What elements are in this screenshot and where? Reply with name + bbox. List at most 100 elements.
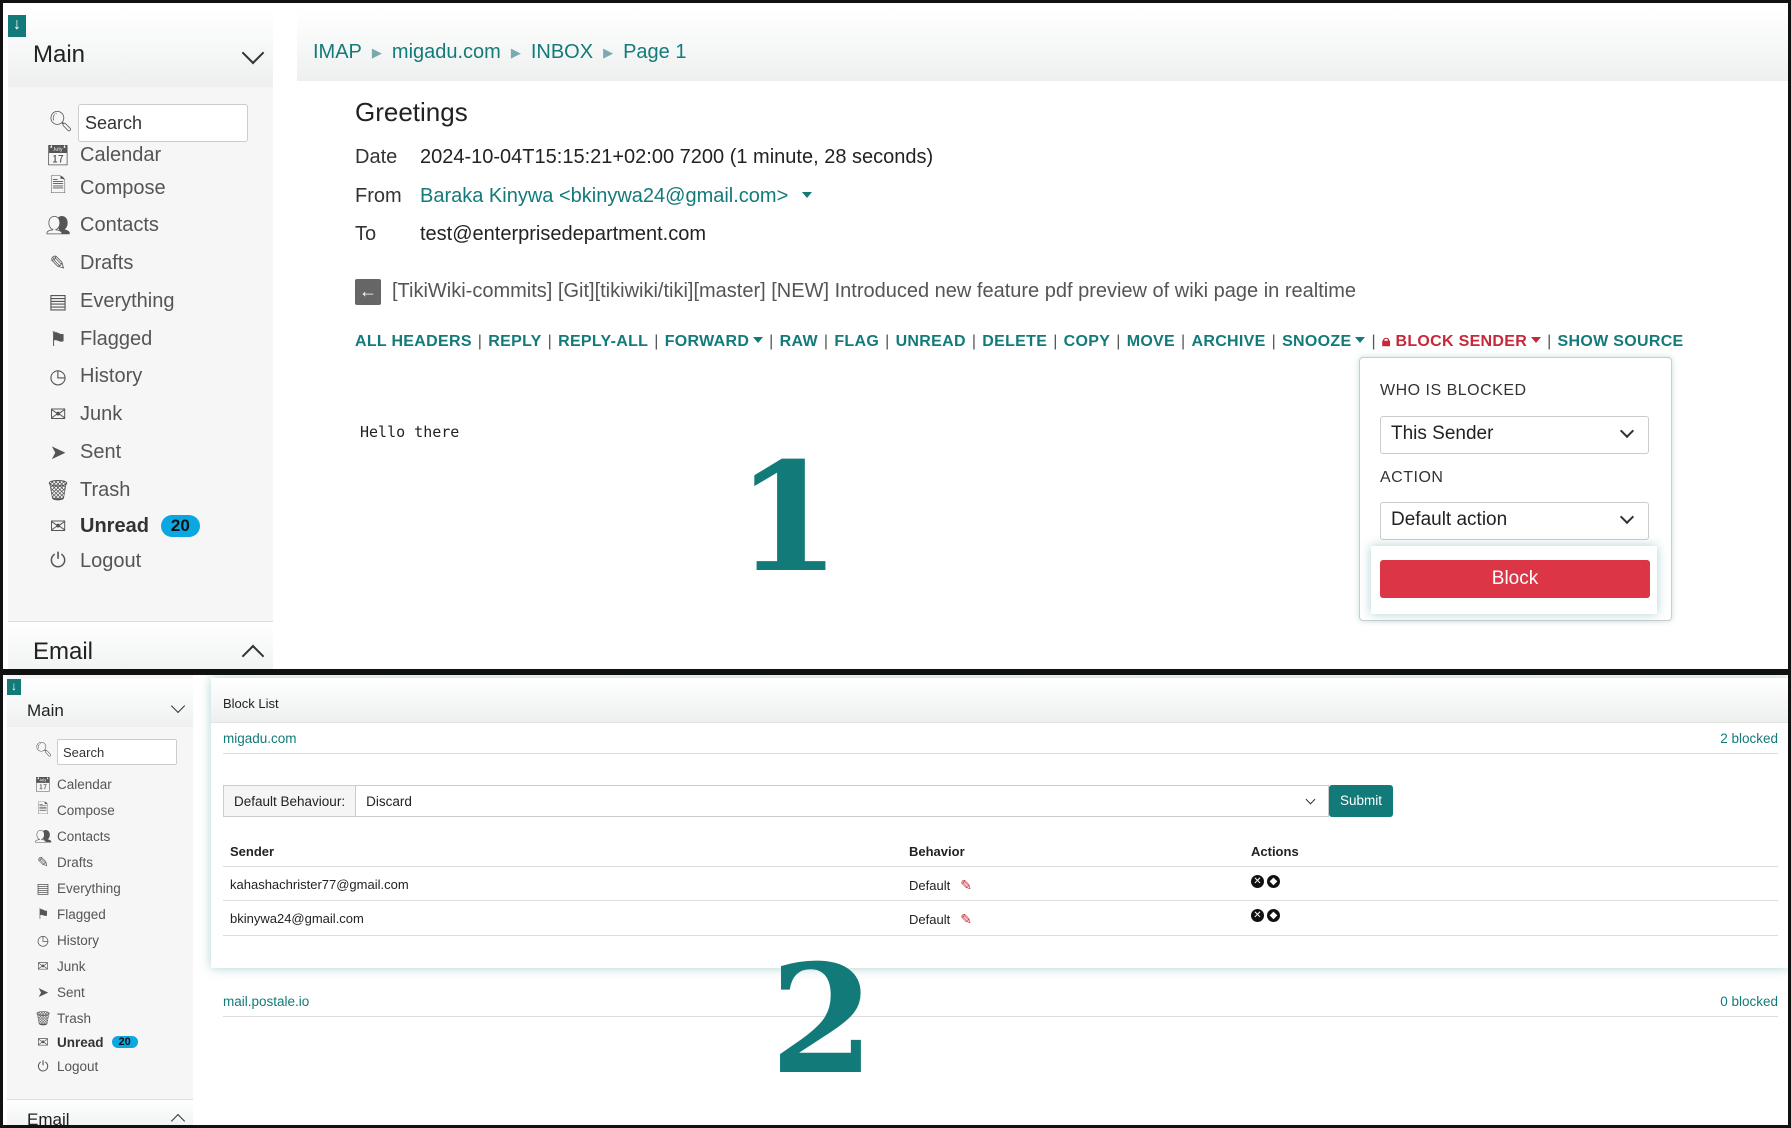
chevron-up-icon[interactable]: [170, 1113, 186, 1125]
sidebar-item-unread[interactable]: ✉ Unread 20: [44, 509, 200, 543]
breadcrumb-folder[interactable]: INBOX: [531, 41, 593, 64]
reply-link[interactable]: REPLY: [488, 333, 541, 350]
sidebar-item-calendar[interactable]: 📅︎ Calendar: [44, 138, 161, 172]
sidebar-item-trash[interactable]: 🗑︎ Trash: [44, 473, 130, 507]
submit-button[interactable]: Submit: [1329, 785, 1393, 817]
sidebar-item-label: Flagged: [80, 327, 153, 350]
caret-down-icon[interactable]: [802, 192, 813, 199]
caret-down-icon: [1531, 337, 1542, 344]
download-icon[interactable]: ↓: [7, 679, 21, 695]
sidebar-item-compose[interactable]: 🗎︎ Compose: [33, 799, 114, 821]
trash-icon: 🗑︎: [34, 1009, 52, 1026]
caret-down-icon: [1355, 337, 1366, 344]
who-blocked-label: WHO IS BLOCKED: [1380, 382, 1527, 399]
snooze-link[interactable]: SNOOZE: [1282, 333, 1366, 350]
from-value[interactable]: Baraka Kinywa <bkinywa24@gmail.com>: [420, 185, 813, 208]
sidebar-item-label: Unread: [80, 514, 149, 537]
search-icon: 🔍︎: [35, 741, 53, 757]
download-icon[interactable]: ↓: [8, 15, 26, 37]
forward-link[interactable]: FORWARD: [664, 333, 764, 350]
sidebar-item-trash[interactable]: 🗑︎ Trash: [33, 1007, 91, 1029]
block-list-titlebar: Block List: [211, 678, 1788, 723]
default-behaviour-group: Default Behaviour: Discard: [223, 785, 1329, 819]
default-behaviour-select[interactable]: Discard: [356, 785, 1329, 817]
thread-subject[interactable]: [TikiWiki-commits] [Git][tikiwiki/tiki][…: [392, 280, 1356, 303]
domain-name[interactable]: migadu.com: [223, 731, 297, 746]
unblock-icon[interactable]: ✕: [1251, 875, 1264, 888]
chevron-down-icon[interactable]: [241, 41, 265, 65]
sidebar-item-label: Everything: [80, 289, 175, 312]
move-link[interactable]: MOVE: [1127, 333, 1175, 350]
show-source-link[interactable]: SHOW SOURCE: [1558, 333, 1684, 350]
sidebar-item-junk[interactable]: ✉ Junk: [44, 397, 123, 431]
logout-icon: ⏻: [37, 1057, 49, 1074]
shield-icon[interactable]: ◆: [1267, 875, 1280, 888]
action-select[interactable]: Default action: [1380, 502, 1649, 540]
edit-icon[interactable]: ✎: [960, 877, 972, 893]
chevron-down-icon: [1305, 794, 1316, 805]
behavior-value: Default: [909, 878, 951, 893]
blocked-count[interactable]: 2 blocked: [1720, 731, 1778, 746]
breadcrumb-account[interactable]: migadu.com: [392, 41, 501, 64]
sidebar-item-unread[interactable]: ✉ Unread 20: [33, 1031, 138, 1053]
unread-link[interactable]: UNREAD: [896, 333, 966, 350]
default-behaviour-value: Discard: [366, 794, 412, 809]
search-input[interactable]: Search: [57, 739, 177, 765]
breadcrumb-imap[interactable]: IMAP: [313, 41, 362, 64]
sidebar-item-sent[interactable]: ➤ Sent: [33, 981, 85, 1003]
search-input[interactable]: Search: [78, 104, 248, 142]
sidebar-item-label: Everything: [57, 880, 121, 896]
sidebar-item-sent[interactable]: ➤ Sent: [44, 435, 122, 469]
sender-cell: bkinywa24@gmail.com: [230, 911, 364, 926]
chevron-down-icon[interactable]: [170, 698, 186, 714]
all-headers-link[interactable]: ALL HEADERS: [355, 333, 472, 350]
sidebar-email-header[interactable]: Email: [7, 1099, 193, 1125]
sidebar-item-everything[interactable]: ▤ Everything: [44, 284, 175, 318]
sidebar-item-logout[interactable]: ⏻ Logout: [33, 1055, 98, 1077]
sidebar-item-calendar[interactable]: 📅︎ Calendar: [33, 773, 112, 795]
sidebar-item-logout[interactable]: ⏻ Logout: [44, 544, 141, 578]
sidebar-item-history[interactable]: ◷ History: [44, 359, 142, 393]
block-button[interactable]: Block: [1380, 560, 1650, 598]
sidebar-item-label: Logout: [57, 1058, 99, 1074]
sidebar-item-drafts[interactable]: ✎ Drafts: [44, 246, 134, 280]
sidebar-item-flagged[interactable]: ⚑ Flagged: [33, 903, 106, 925]
who-blocked-select[interactable]: This Sender: [1380, 416, 1649, 454]
domain-row[interactable]: mail.postale.io 0 blocked: [223, 986, 1778, 1017]
domain-row[interactable]: migadu.com 2 blocked: [223, 723, 1778, 754]
sidebar-item-flagged[interactable]: ⚑ Flagged: [44, 322, 152, 356]
archive-link[interactable]: ARCHIVE: [1191, 333, 1265, 350]
sidebar-item-label: Flagged: [57, 906, 106, 922]
reply-all-link[interactable]: REPLY-ALL: [558, 333, 648, 350]
copy-link[interactable]: COPY: [1064, 333, 1111, 350]
forward-label: FORWARD: [664, 333, 750, 350]
sidebar-item-label: History: [57, 932, 100, 948]
sidebar-item-drafts[interactable]: ✎ Drafts: [33, 851, 93, 873]
sidebar-item-contacts[interactable]: 👥︎ Contacts: [33, 825, 110, 847]
sidebar-email-title: Email: [33, 638, 94, 665]
block-sender-link[interactable]: BLOCK SENDER: [1395, 333, 1542, 350]
step-marker-2: 2: [770, 932, 875, 1108]
sidebar-main-header[interactable]: Main: [7, 679, 193, 727]
sidebar-item-junk[interactable]: ✉ Junk: [33, 955, 85, 977]
sidebar-main-header[interactable]: Main: [8, 9, 273, 87]
domain-name[interactable]: mail.postale.io: [223, 994, 309, 1009]
breadcrumb-page[interactable]: Page 1: [623, 41, 686, 64]
delete-link[interactable]: DELETE: [982, 333, 1047, 350]
unblock-icon[interactable]: ✕: [1251, 909, 1264, 922]
shield-icon[interactable]: ◆: [1267, 909, 1280, 922]
back-arrow-icon[interactable]: ←: [355, 279, 381, 305]
from-address[interactable]: Baraka Kinywa <bkinywa24@gmail.com>: [420, 185, 788, 207]
step-marker-1: 1: [736, 430, 841, 606]
blocked-count[interactable]: 0 blocked: [1720, 994, 1778, 1009]
sidebar-item-contacts[interactable]: 👥︎ Contacts: [44, 208, 159, 242]
chevron-up-icon[interactable]: [241, 644, 265, 668]
sidebar-email-header[interactable]: Email: [8, 621, 273, 669]
raw-link[interactable]: RAW: [780, 333, 818, 350]
flag-link[interactable]: FLAG: [834, 333, 879, 350]
sidebar-item-everything[interactable]: ▤ Everything: [33, 877, 121, 899]
unread-count-badge: 20: [160, 515, 200, 537]
sidebar-item-compose[interactable]: 🗎︎ Compose: [44, 171, 166, 205]
sidebar-item-history[interactable]: ◷ History: [33, 929, 99, 951]
edit-icon[interactable]: ✎: [960, 911, 972, 927]
